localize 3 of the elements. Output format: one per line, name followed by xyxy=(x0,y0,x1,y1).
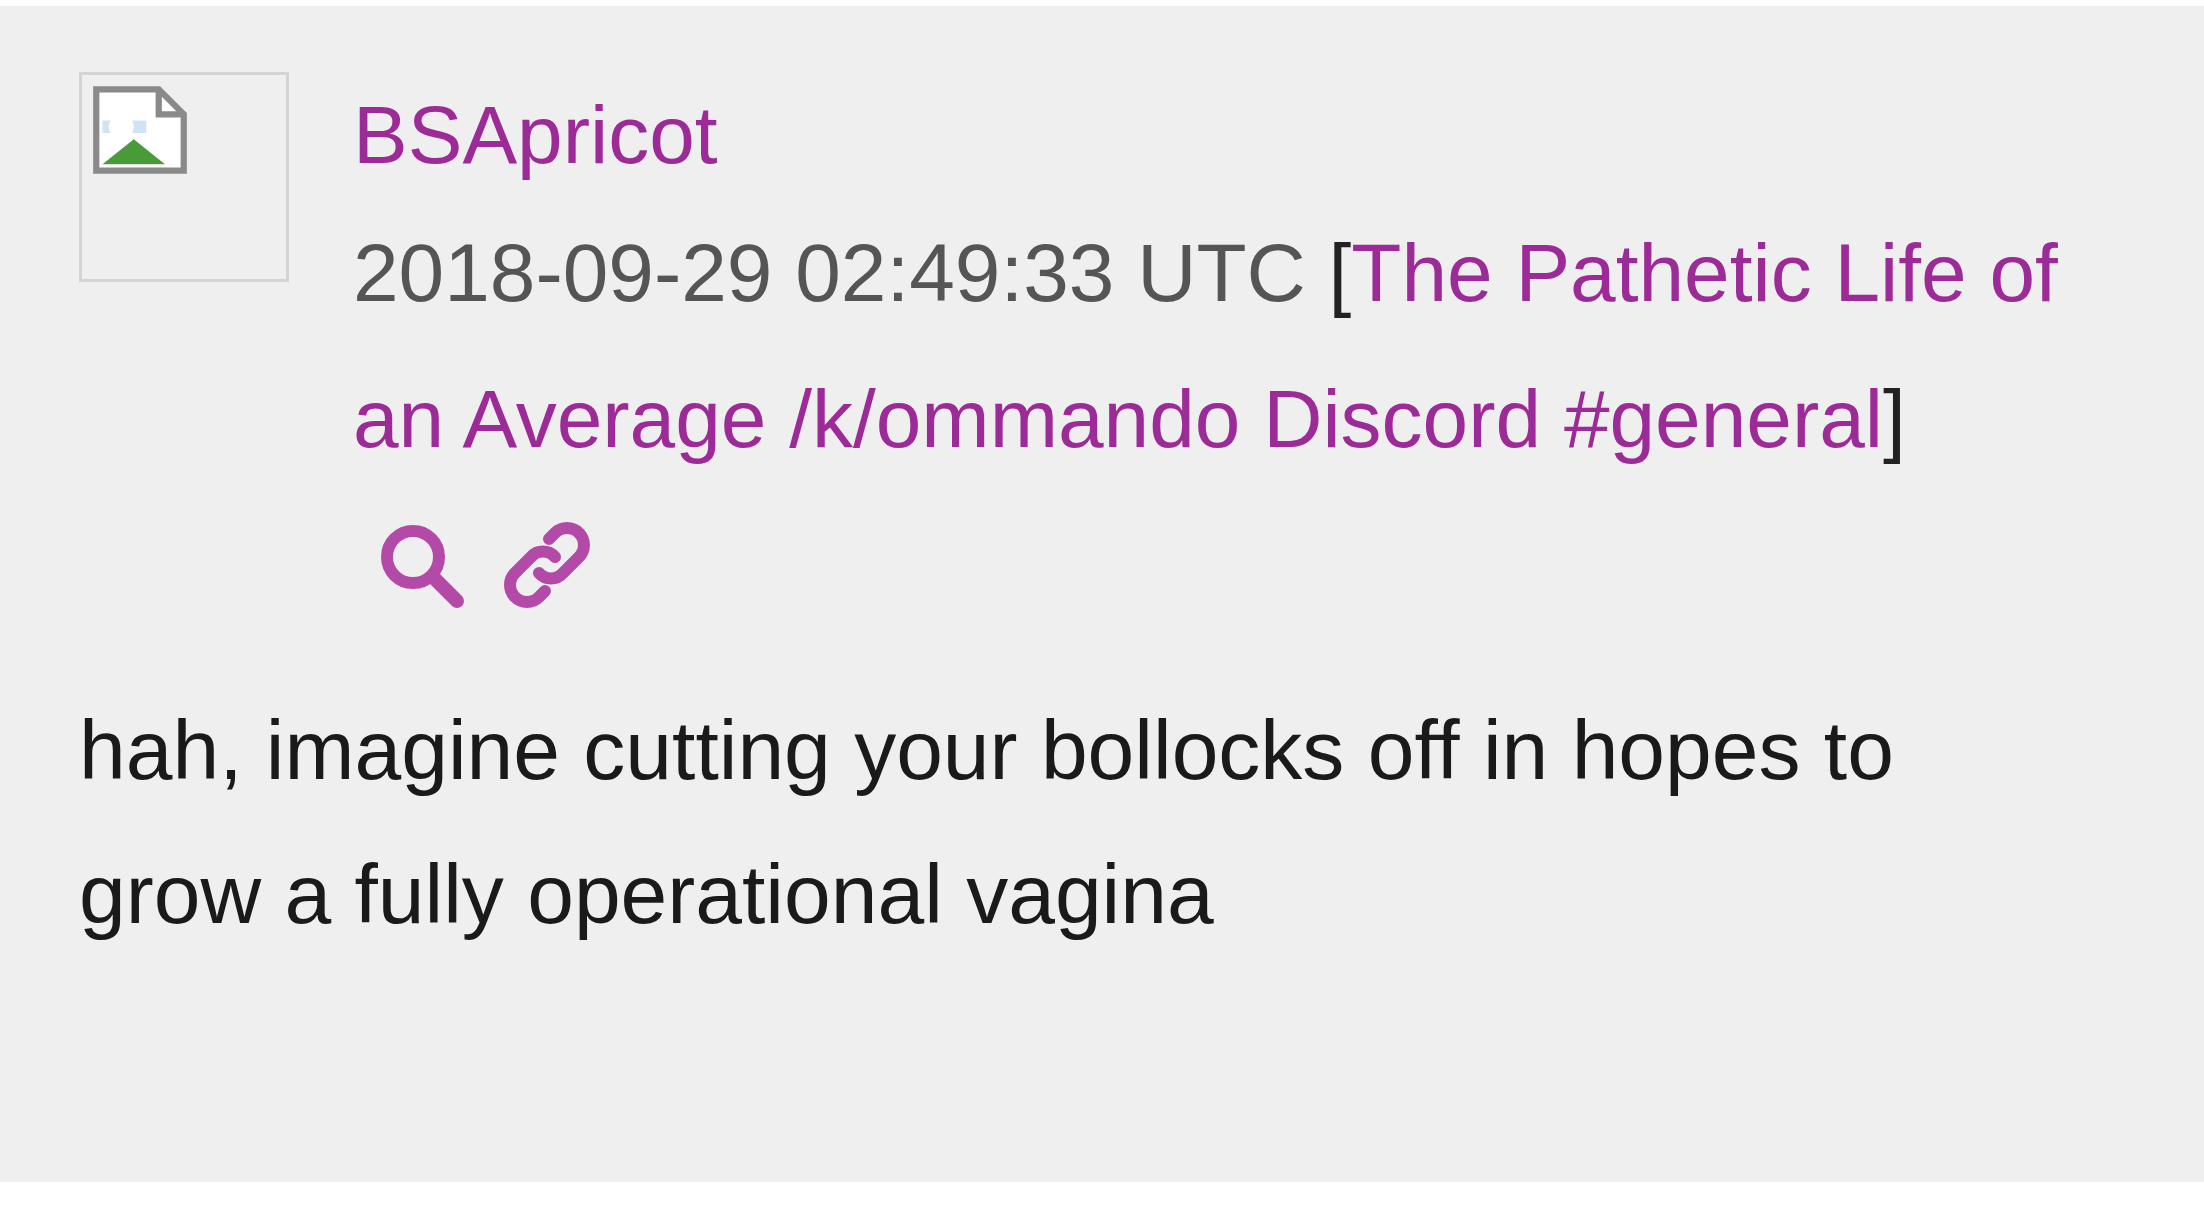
author-name[interactable]: BSApricot xyxy=(353,70,2113,200)
message-text: hah, imagine cutting your bollocks off in hopes to grow a fully operational vagina xyxy=(79,702,1895,943)
timestamp-and-channel[interactable]: 2018-09-29 02:49:33 UTC [The Pathetic Life of an Average /k/ommando Discord #general] xyxy=(353,200,2113,492)
